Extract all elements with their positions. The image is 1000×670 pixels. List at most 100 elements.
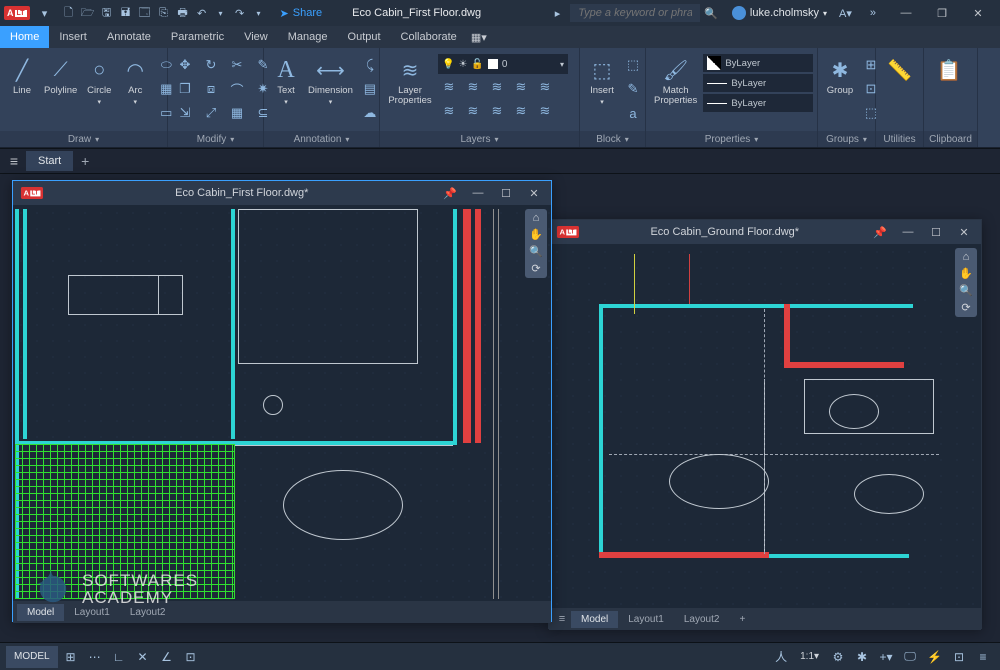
status-clean-icon[interactable]: ⊡ (948, 646, 970, 668)
tool-layer-properties[interactable]: ≋Layer Properties (386, 54, 434, 109)
minimize-button[interactable]: — (888, 1, 924, 25)
lineweight-combo[interactable]: ByLayer (703, 74, 813, 92)
window2-canvas[interactable]: ⌂✋🔍⟳ (549, 244, 981, 608)
array-icon[interactable]: ▦ (226, 102, 248, 124)
pan-icon[interactable]: ✋ (959, 267, 973, 280)
open-icon[interactable]: 🗁 (79, 4, 97, 22)
fillet-icon[interactable]: ⌒ (226, 78, 248, 100)
window1-maximize[interactable]: ☐ (495, 183, 517, 203)
tab-insert[interactable]: Insert (49, 26, 97, 48)
tool-insert-block[interactable]: ⬚Insert▾ (586, 54, 618, 108)
pan-icon[interactable]: ✋ (529, 228, 543, 241)
status-anno-icon[interactable]: 人 (770, 646, 792, 668)
cloud-icon[interactable]: ☁ (359, 102, 381, 124)
window2-tab-layout1[interactable]: Layout1 (618, 611, 674, 628)
home-icon[interactable]: ⌂ (533, 212, 540, 224)
tab-collaborate[interactable]: Collaborate (391, 26, 467, 48)
search-icon[interactable]: 🔍 (704, 7, 718, 20)
zoom-icon[interactable]: 🔍 (959, 284, 973, 297)
search-arrow-icon[interactable]: ▸ (549, 7, 567, 20)
tool-utilities[interactable]: 📏 (882, 54, 917, 86)
window2-minimize[interactable]: — (897, 222, 919, 242)
leader-icon[interactable]: ⤹ (359, 54, 381, 76)
orbit-icon[interactable]: ⟳ (531, 262, 540, 275)
window2-close[interactable]: ✕ (953, 222, 975, 242)
drawing-window-1[interactable]: ALT Eco Cabin_First Floor.dwg* 📌 — ☐ ✕ (12, 180, 552, 622)
trim-icon[interactable]: ✂ (226, 54, 248, 76)
qat-dropdown[interactable]: ▾ (36, 4, 54, 22)
layer-thaw-icon[interactable]: ≋ (462, 100, 484, 122)
linetype-combo[interactable]: ByLayer (703, 94, 813, 112)
status-gear-icon[interactable]: ⚙ (827, 646, 849, 668)
window1-pin-icon[interactable]: 📌 (439, 183, 461, 203)
window1-navbar[interactable]: ⌂✋🔍⟳ (525, 209, 547, 278)
window2-titlebar[interactable]: ALT Eco Cabin_Ground Floor.dwg* 📌 — ☐ ✕ (549, 220, 981, 244)
restore-button[interactable]: ❐ (924, 1, 960, 25)
rotate-icon[interactable]: ↻ (200, 54, 222, 76)
undo-icon[interactable]: ↶ (193, 4, 211, 22)
window1-minimize[interactable]: — (467, 183, 489, 203)
user-account[interactable]: luke.cholmsky ▾ (732, 6, 827, 20)
status-annovis-icon[interactable]: ✱ (851, 646, 873, 668)
layer-lock-icon[interactable]: ≋ (486, 76, 508, 98)
layer-uniso-icon[interactable]: ≋ (510, 100, 532, 122)
tool-arc[interactable]: ◠Arc▾ (119, 54, 151, 108)
layer-freeze-icon[interactable]: ≋ (462, 76, 484, 98)
orbit-icon[interactable]: ⟳ (961, 301, 970, 314)
search-input[interactable] (570, 4, 700, 22)
status-snap-icon[interactable]: ⋯ (84, 646, 106, 668)
filetab-menu-icon[interactable]: ≡ (4, 153, 24, 169)
window2-tab-add[interactable]: + (729, 611, 755, 628)
window1-close[interactable]: ✕ (523, 183, 545, 203)
window2-tabmenu-icon[interactable]: ≡ (553, 613, 571, 625)
redo-icon[interactable]: ↷ (231, 4, 249, 22)
tab-view[interactable]: View (234, 26, 278, 48)
filetab-start[interactable]: Start (26, 151, 73, 171)
layer-off-icon[interactable]: ≋ (438, 76, 460, 98)
status-ortho-icon[interactable]: ∟ (108, 646, 130, 668)
layer-match-icon[interactable]: ≋ (534, 100, 556, 122)
web-save-icon[interactable]: ⎘ (155, 4, 173, 22)
mirror-icon[interactable]: ⧈ (200, 78, 222, 100)
window1-titlebar[interactable]: ALT Eco Cabin_First Floor.dwg* 📌 — ☐ ✕ (13, 181, 551, 205)
window1-tab-layout2[interactable]: Layout2 (120, 604, 176, 621)
layer-make-icon[interactable]: ≋ (534, 76, 556, 98)
redo-list-icon[interactable]: ▾ (250, 4, 268, 22)
status-model-toggle[interactable]: MODEL (6, 646, 58, 668)
overflow-icon[interactable]: » (864, 7, 882, 19)
tab-home[interactable]: Home (0, 26, 49, 48)
layer-iso-icon[interactable]: ≋ (510, 76, 532, 98)
save-icon[interactable]: 🖫 (98, 4, 116, 22)
edit-attr-icon[interactable]: a (622, 102, 644, 124)
status-polar-icon[interactable]: ✕ (132, 646, 154, 668)
status-hardware-icon[interactable]: ⚡ (923, 646, 946, 668)
move-icon[interactable]: ✥ (174, 54, 196, 76)
tab-manage[interactable]: Manage (278, 26, 338, 48)
share-button[interactable]: ➤Share (274, 5, 329, 22)
scale-icon[interactable]: ⤢ (200, 102, 222, 124)
create-block-icon[interactable]: ⬚ (622, 54, 644, 76)
status-iso-icon[interactable]: ∠ (156, 646, 178, 668)
window2-navbar[interactable]: ⌂✋🔍⟳ (955, 248, 977, 317)
undo-list-icon[interactable]: ▾ (212, 4, 230, 22)
window1-canvas[interactable]: ⌂✋🔍⟳ (13, 205, 551, 601)
status-scale[interactable]: 1:1 ▾ (794, 646, 825, 668)
current-layer-combo[interactable]: 💡☀🔓0▾ (438, 54, 568, 74)
app-logo[interactable]: ALT (4, 6, 30, 20)
filetab-add[interactable]: + (75, 153, 95, 169)
layer-on-icon[interactable]: ≋ (438, 100, 460, 122)
window2-tab-layout2[interactable]: Layout2 (674, 611, 730, 628)
status-grid-icon[interactable]: ⊞ (60, 646, 82, 668)
window1-tab-model[interactable]: Model (17, 604, 64, 621)
plot-icon[interactable]: 🖶 (174, 4, 192, 22)
color-combo[interactable]: ByLayer (703, 54, 813, 72)
window2-maximize[interactable]: ☐ (925, 222, 947, 242)
window1-tab-layout1[interactable]: Layout1 (64, 604, 120, 621)
tab-featured-apps[interactable]: ▦▾ (467, 26, 491, 48)
status-osnap-icon[interactable]: ⊡ (180, 646, 202, 668)
window2-tab-model[interactable]: Model (571, 611, 618, 628)
tool-circle[interactable]: ○Circle▾ (83, 54, 115, 108)
tool-group[interactable]: ✱Group (824, 54, 856, 98)
close-button[interactable]: ✕ (960, 1, 996, 25)
tab-output[interactable]: Output (338, 26, 391, 48)
